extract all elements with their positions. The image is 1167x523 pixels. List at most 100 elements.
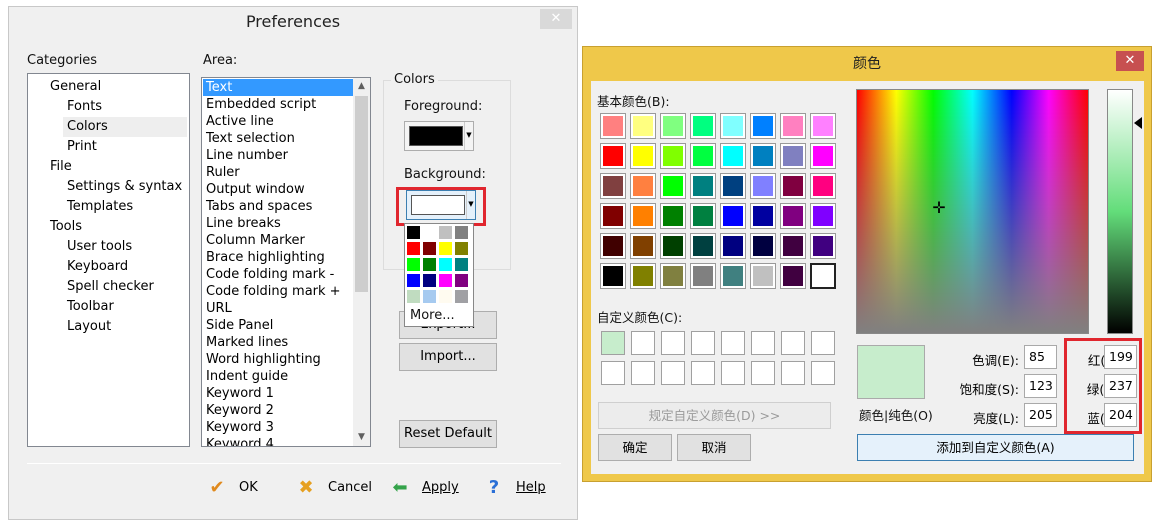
palette-swatch[interactable] [422,289,437,304]
custom-color-swatch[interactable] [721,361,745,385]
scroll-down-icon[interactable]: ▼ [353,429,370,446]
basic-color-swatch[interactable] [720,143,746,169]
basic-color-swatch[interactable] [780,143,806,169]
basic-color-swatch[interactable] [600,173,626,199]
basic-color-swatch[interactable] [690,113,716,139]
basic-color-swatch[interactable] [780,113,806,139]
area-item[interactable]: Marked lines [203,334,353,351]
category-item[interactable]: Fonts [63,97,187,117]
basic-color-swatch[interactable] [600,203,626,229]
area-item[interactable]: Code folding mark + [203,283,353,300]
palette-swatch[interactable] [406,225,421,240]
area-item[interactable]: Tabs and spaces [203,198,353,215]
custom-color-swatch[interactable] [811,331,835,355]
area-item[interactable]: Line number [203,147,353,164]
reset-default-button[interactable]: Reset Default [399,420,497,448]
area-list-scrollbar[interactable]: ▲ ▼ [353,78,370,446]
basic-color-swatch[interactable] [720,233,746,259]
basic-color-swatch[interactable] [750,113,776,139]
basic-color-swatch[interactable] [810,173,836,199]
area-item[interactable]: Brace highlighting [203,249,353,266]
palette-swatch[interactable] [454,225,469,240]
basic-color-swatch[interactable] [660,173,686,199]
category-item[interactable]: Colors [63,117,187,137]
palette-swatch[interactable] [438,273,453,288]
basic-color-swatch[interactable] [810,203,836,229]
basic-color-swatch[interactable] [690,263,716,289]
area-item[interactable]: Embedded script [203,96,353,113]
foreground-color-picker[interactable]: ▼ [404,121,474,151]
custom-color-swatch[interactable] [751,361,775,385]
category-item[interactable]: General [46,77,187,97]
basic-color-swatch[interactable] [630,173,656,199]
custom-color-swatch[interactable] [631,331,655,355]
ok-button[interactable]: 确定 [598,434,672,461]
basic-color-swatch[interactable] [750,203,776,229]
custom-color-swatch[interactable] [691,331,715,355]
categories-tree[interactable]: General Fonts Colors Print File Settings & sy… [27,73,190,447]
basic-color-swatch[interactable] [810,143,836,169]
basic-color-swatch[interactable] [750,233,776,259]
close-button[interactable]: ✕ [1116,51,1144,71]
hue-field[interactable]: 85 [1024,345,1057,369]
area-item[interactable]: Keyword 4 [203,436,353,446]
custom-color-swatch[interactable] [721,331,745,355]
area-item[interactable]: Ruler [203,164,353,181]
palette-swatch[interactable] [454,289,469,304]
area-list[interactable]: Text Embedded script Active line Text selec… [201,77,371,447]
palette-swatch[interactable] [406,241,421,256]
palette-swatch[interactable] [422,257,437,272]
basic-color-swatch[interactable] [660,143,686,169]
area-item[interactable]: Keyword 3 [203,419,353,436]
custom-color-swatch[interactable] [661,361,685,385]
palette-swatch[interactable] [422,273,437,288]
basic-color-swatch[interactable] [810,113,836,139]
basic-color-swatch[interactable] [660,113,686,139]
add-to-custom-colors-button[interactable]: 添加到自定义颜色(A) [857,434,1134,461]
basic-color-swatch[interactable] [780,173,806,199]
basic-color-swatch[interactable] [600,143,626,169]
saturation-field[interactable]: 123 [1024,374,1057,398]
help-button[interactable]: ? Help [483,477,553,500]
area-item[interactable]: Text selection [203,130,353,147]
category-item[interactable]: Spell checker [63,277,187,297]
basic-color-swatch[interactable] [780,263,806,289]
area-item[interactable]: Keyword 1 [203,385,353,402]
basic-color-swatch[interactable] [750,143,776,169]
area-item[interactable]: Indent guide [203,368,353,385]
basic-color-swatch[interactable] [630,233,656,259]
category-item[interactable]: User tools [63,237,187,257]
basic-color-swatch[interactable] [600,233,626,259]
custom-color-swatch[interactable] [631,361,655,385]
scrollbar-thumb[interactable] [355,96,368,292]
area-item[interactable]: Output window [203,181,353,198]
category-item[interactable]: Toolbar [63,297,187,317]
area-item[interactable]: Code folding mark - [203,266,353,283]
luminance-slider[interactable] [1107,89,1133,334]
category-item[interactable]: Templates [63,197,187,217]
palette-swatch[interactable] [422,225,437,240]
define-custom-colors-button[interactable]: 规定自定义颜色(D) >> [598,402,831,429]
basic-color-swatch[interactable] [660,203,686,229]
basic-color-swatch[interactable] [780,203,806,229]
basic-color-swatch[interactable] [720,203,746,229]
close-button[interactable]: ✕ [540,9,572,29]
category-item[interactable]: Print [63,137,187,157]
category-item[interactable]: Settings & syntax [63,177,187,197]
basic-color-swatch[interactable] [690,233,716,259]
area-item[interactable]: Keyword 2 [203,402,353,419]
apply-button[interactable]: ⬅ Apply [389,477,469,500]
basic-color-swatch[interactable] [600,113,626,139]
area-item[interactable]: Column Marker [203,232,353,249]
cancel-button[interactable]: 取消 [677,434,751,461]
custom-color-swatch[interactable] [751,331,775,355]
area-item[interactable]: Word highlighting [203,351,353,368]
basic-color-swatch[interactable] [630,263,656,289]
basic-color-swatch[interactable] [690,203,716,229]
palette-swatch[interactable] [406,257,421,272]
custom-color-swatch[interactable] [811,361,835,385]
custom-color-swatch[interactable] [601,361,625,385]
color-spectrum[interactable]: ✛ [856,89,1089,334]
basic-color-swatch[interactable] [690,173,716,199]
basic-color-swatch[interactable] [630,143,656,169]
